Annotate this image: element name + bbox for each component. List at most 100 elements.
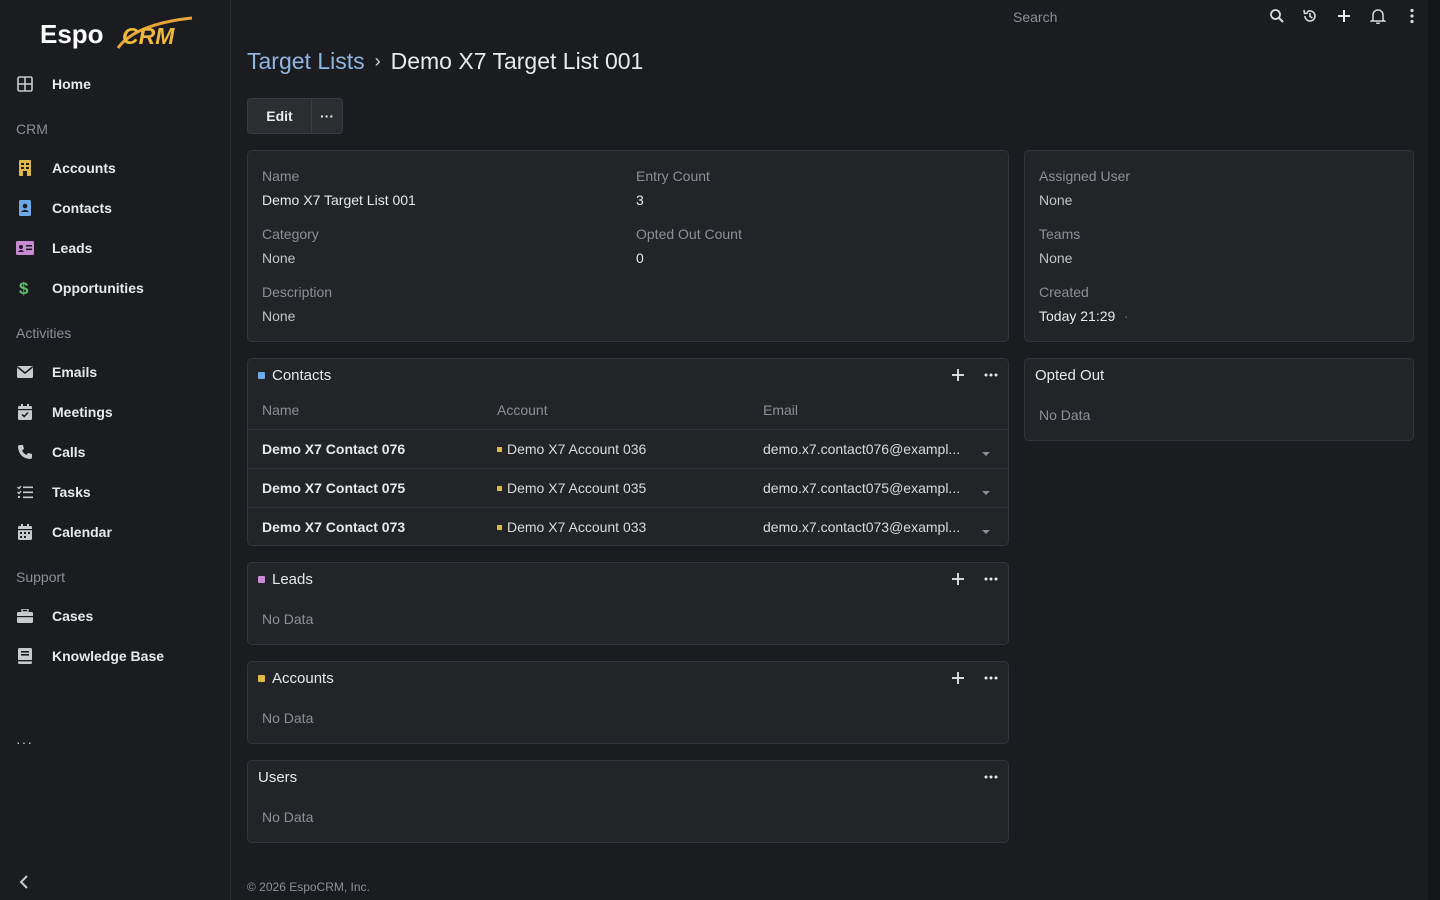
side-detail-panel: Assigned User None Teams None Created To… [1024,150,1414,342]
accounts-panel-title: Accounts [258,670,334,687]
column-header-email[interactable]: Email [763,402,798,418]
contact-name-link[interactable]: Demo X7 Contact 076 [262,441,405,457]
row-dropdown-caret-icon[interactable] [981,444,995,456]
espocrm-logo[interactable]: Espo CRM [40,14,200,54]
sidebar-item-label: Accounts [52,160,116,176]
bell-icon[interactable] [1368,6,1388,26]
entry-count-label: Entry Count [636,168,710,184]
name-label: Name [262,168,300,184]
accounts-title-text: Accounts [272,670,334,687]
leads-no-data: No Data [262,611,314,627]
address-book-icon [16,199,34,217]
leads-more-icon[interactable] [981,569,1001,589]
account-color-dot [497,446,502,452]
teams-value: None [1039,250,1073,266]
created-label: Created [1039,284,1089,300]
sidebar-item-calls[interactable]: Calls [0,432,231,472]
column-header-name[interactable]: Name [262,402,299,418]
sidebar-item-leads[interactable]: Leads [0,228,231,268]
teams-label: Teams [1039,226,1081,242]
task-list-icon [16,483,34,501]
home-grid-icon [16,75,34,93]
table-row: Demo X7 Contact 076 Demo X7 Account 036 … [248,429,1008,468]
table-row: Demo X7 Contact 075 Demo X7 Account 035 … [248,468,1008,507]
contacts-panel: Contacts Name Account Email Demo X7 Cont… [247,358,1009,546]
account-color-dot [497,485,502,491]
phone-icon [16,443,34,461]
history-icon[interactable] [1300,6,1320,26]
assigned-user-value: None [1039,192,1073,208]
search-icon[interactable] [1267,6,1287,26]
search-input[interactable] [1005,4,1255,30]
menu-kebab-icon[interactable] [1402,6,1422,26]
row-dropdown-caret-icon[interactable] [981,483,995,495]
sidebar: Espo CRM Home CRM Accounts Contacts Lead… [0,0,231,900]
calendar-icon [16,523,34,541]
sidebar-item-home[interactable]: Home [0,64,231,104]
sidebar-item-knowledge-base[interactable]: Knowledge Base [0,636,231,676]
email-link[interactable]: demo.x7.contact076@exampl... [763,441,960,457]
sidebar-item-label: Home [52,76,91,92]
edit-button[interactable]: Edit [247,98,312,134]
record-action-buttons: Edit ··· [247,98,343,134]
contacts-color-marker [258,372,265,379]
add-account-icon[interactable] [948,668,968,688]
contacts-panel-title: Contacts [258,367,331,384]
leads-title-text: Leads [272,571,313,588]
email-link[interactable]: demo.x7.contact073@exampl... [763,519,960,535]
category-value: None [262,250,296,266]
svg-text:CRM: CRM [122,23,175,49]
accounts-more-icon[interactable] [981,668,1001,688]
column-header-account[interactable]: Account [497,402,548,418]
account-link-text: Demo X7 Account 033 [507,519,647,535]
collapse-sidebar-icon[interactable] [14,872,34,892]
contacts-more-icon[interactable] [981,365,1001,385]
footer-copyright: © 2026 EspoCRM, Inc. [247,880,370,894]
account-link[interactable]: Demo X7 Account 033 [497,519,646,535]
sidebar-item-emails[interactable]: Emails [0,352,231,392]
book-icon [16,647,34,665]
account-link-text: Demo X7 Account 036 [507,441,647,457]
opted-out-no-data: No Data [1039,407,1091,423]
contact-name-link[interactable]: Demo X7 Contact 075 [262,480,405,496]
sidebar-item-label: Leads [52,240,93,256]
sidebar-item-meetings[interactable]: Meetings [0,392,231,432]
description-value: None [262,308,296,324]
leads-panel: Leads No Data [247,562,1009,645]
row-dropdown-caret-icon[interactable] [981,522,995,534]
sidebar-item-label: Emails [52,364,98,380]
breadcrumb: Target Lists › Demo X7 Target List 001 [247,48,643,75]
leads-panel-title: Leads [258,571,313,588]
nav-group-activities: Activities [16,325,72,341]
email-link[interactable]: demo.x7.contact075@exampl... [763,480,960,496]
sidebar-item-accounts[interactable]: Accounts [0,148,231,188]
page-scrollbar[interactable] [1428,0,1440,900]
add-contact-icon[interactable] [948,365,968,385]
add-lead-icon[interactable] [948,569,968,589]
plus-icon[interactable] [1334,6,1354,26]
opted-out-count-value: 0 [636,250,644,266]
contact-name-link[interactable]: Demo X7 Contact 073 [262,519,405,535]
sidebar-item-tasks[interactable]: Tasks [0,472,231,512]
sidebar-item-label: Meetings [52,404,113,420]
users-more-icon[interactable] [981,767,1001,787]
opted-out-panel: Opted Out No Data [1024,358,1414,441]
more-actions-button[interactable]: ··· [312,98,343,134]
opted-out-count-label: Opted Out Count [636,226,742,242]
entry-count-value: 3 [636,192,644,208]
sidebar-item-calendar[interactable]: Calendar [0,512,231,552]
sidebar-item-contacts[interactable]: Contacts [0,188,231,228]
breadcrumb-target-lists-link[interactable]: Target Lists [247,48,365,75]
nav-group-support: Support [16,569,66,585]
sidebar-item-label: Tasks [52,484,91,500]
sidebar-item-cases[interactable]: Cases [0,596,231,636]
svg-text:$: $ [19,279,29,297]
description-label: Description [262,284,333,300]
sidebar-item-label: Calls [52,444,86,460]
envelope-icon [16,363,34,381]
detail-panel: Name Demo X7 Target List 001 Entry Count… [247,150,1009,342]
account-link[interactable]: Demo X7 Account 035 [497,480,646,496]
sidebar-more-button[interactable]: ··· [16,734,36,750]
account-link[interactable]: Demo X7 Account 036 [497,441,646,457]
sidebar-item-opportunities[interactable]: $ Opportunities [0,268,231,308]
